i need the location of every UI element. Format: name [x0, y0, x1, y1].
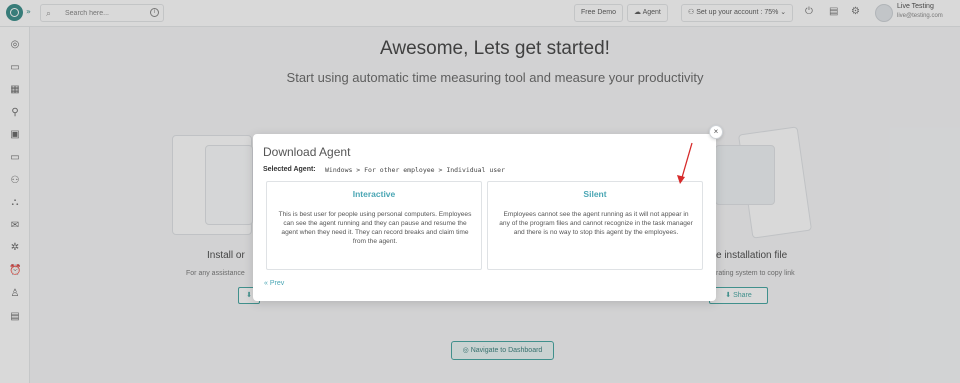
arrow-shaft [680, 142, 693, 182]
arrow-head [677, 175, 685, 184]
annotation-arrow [677, 142, 693, 184]
